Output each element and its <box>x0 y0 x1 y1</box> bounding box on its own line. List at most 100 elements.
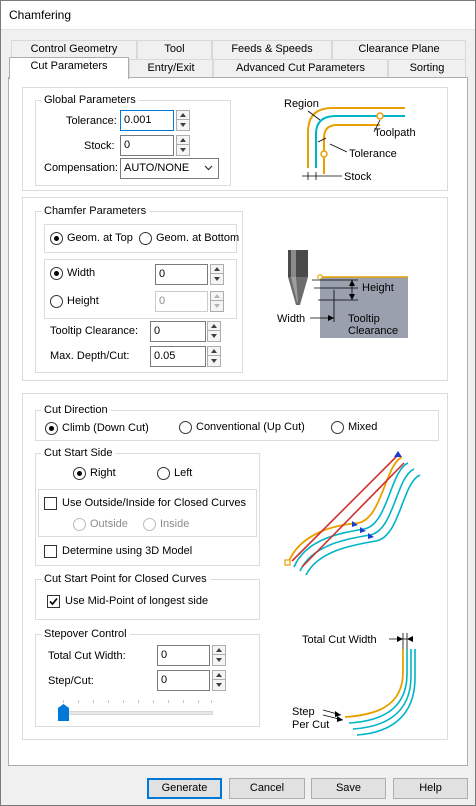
checkbox-box <box>44 497 57 510</box>
stock-spinner[interactable] <box>176 135 190 156</box>
step-per-cut-input[interactable]: 0 <box>157 670 210 691</box>
height-spinner[interactable] <box>210 291 224 312</box>
slider-tick <box>183 700 184 703</box>
determine-3d-model-checkbox[interactable]: Determine using 3D Model <box>44 545 204 559</box>
radio-dot <box>179 421 192 434</box>
tolerance-input[interactable]: 0.001 <box>120 110 174 131</box>
tooltip-clearance-input[interactable]: 0 <box>150 321 206 342</box>
slider-tick <box>198 700 199 703</box>
cut-start-side-title: Cut Start Side <box>41 447 116 459</box>
tooltip-clearance-spinner[interactable] <box>207 321 221 342</box>
mixed-label: Mixed <box>348 421 378 433</box>
toolpath-text: Toolpath <box>374 127 416 139</box>
radio-dot <box>50 267 63 280</box>
step-per-cut-spinner[interactable] <box>212 670 226 691</box>
total-cut-width-text: Total Cut Width <box>302 634 377 646</box>
save-button[interactable]: Save <box>311 778 386 799</box>
radio-dot <box>45 422 58 435</box>
arrow-blue-icon <box>394 451 402 457</box>
cyan-curve-2 <box>299 468 415 572</box>
chamfer-width-text: Width <box>277 313 305 325</box>
arrow-blue-icon <box>360 527 366 533</box>
step-per-cut-label: Step/Cut: <box>48 675 94 687</box>
mixed-radio[interactable]: Mixed <box>331 421 386 435</box>
slider-tick <box>108 700 109 703</box>
inside-label: Inside <box>160 518 190 530</box>
cut-start-point-title: Cut Start Point for Closed Curves <box>41 573 210 585</box>
left-radio[interactable]: Left <box>157 467 197 481</box>
chamfer-tool-diagram: Height Width Tooltip Clearance <box>277 250 408 338</box>
checkbox-box <box>44 545 57 558</box>
slider-tick <box>123 700 124 703</box>
cancel-button[interactable]: Cancel <box>229 778 305 799</box>
width-input[interactable]: 0 <box>155 264 208 285</box>
compensation-select[interactable]: AUTO/NONE <box>120 158 219 179</box>
conventional-radio[interactable]: Conventional (Up Cut) <box>179 421 309 435</box>
inside-radio[interactable]: Inside <box>143 518 193 532</box>
left-label: Left <box>174 467 193 479</box>
right-radio[interactable]: Right <box>73 467 118 481</box>
global-parameters-title: Global Parameters <box>41 94 139 106</box>
use-midpoint-label: Use Mid-Point of longest side <box>65 595 209 607</box>
width-spinner[interactable] <box>210 264 224 285</box>
generate-button[interactable]: Generate <box>147 778 222 799</box>
total-cut-width-spinner[interactable] <box>212 645 226 666</box>
toolpath-curve <box>315 115 405 168</box>
slider-tick <box>153 700 154 703</box>
checkbox-box <box>47 595 60 608</box>
outside-label: Outside <box>90 518 128 530</box>
tooltip-clearance-text-1: Tooltip <box>348 313 380 325</box>
use-outside-inside-checkbox[interactable]: Use Outside/Inside for Closed Curves <box>44 497 247 511</box>
climb-radio[interactable]: Climb (Down Cut) <box>45 422 155 436</box>
total-cut-width-input[interactable]: 0 <box>157 645 210 666</box>
arrow-blue-icon <box>352 521 358 527</box>
cut-start-side-diagram <box>284 451 421 576</box>
chevron-down-icon <box>204 165 213 171</box>
stock-text: Stock <box>344 171 372 183</box>
region-toolpath-diagram: Region Toolpath Tolerance Stock <box>284 98 416 183</box>
stepover-control-title: Stepover Control <box>41 628 130 640</box>
stepover-slider-track[interactable] <box>58 711 213 715</box>
radio-dot <box>331 421 344 434</box>
geom-at-bottom-label: Geom. at Bottom <box>156 232 240 244</box>
tolerance-label: Tolerance: <box>66 115 117 127</box>
right-label: Right <box>90 467 116 479</box>
height-radio[interactable]: Height <box>50 295 110 309</box>
radio-dot <box>143 518 156 531</box>
radio-dot <box>139 232 152 245</box>
height-input[interactable]: 0 <box>155 291 208 312</box>
geom-at-bottom-radio[interactable]: Geom. at Bottom <box>139 232 239 246</box>
tolerance-spinner[interactable] <box>176 110 190 131</box>
slider-tick <box>211 700 212 703</box>
tooltip-clearance-text-2: Clearance <box>348 325 398 337</box>
tooltip-clearance-label: Tooltip Clearance: <box>50 325 139 337</box>
slider-tick <box>168 700 169 703</box>
slider-tick <box>78 700 79 703</box>
chamfer-height-text: Height <box>362 282 394 294</box>
slider-tick <box>93 700 94 703</box>
tolerance-text: Tolerance <box>349 148 397 160</box>
climb-label: Climb (Down Cut) <box>62 422 149 434</box>
radio-dot <box>73 518 86 531</box>
total-cut-width-label: Total Cut Width: <box>48 650 126 662</box>
radio-dot <box>50 295 63 308</box>
outside-radio[interactable]: Outside <box>73 518 133 532</box>
geom-at-top-radio[interactable]: Geom. at Top <box>50 232 135 246</box>
help-button[interactable]: Help <box>393 778 468 799</box>
tolerance-node <box>320 150 328 158</box>
max-depth-spinner[interactable] <box>207 346 221 367</box>
cyan-curve-1 <box>293 462 409 568</box>
radio-dot <box>73 467 86 480</box>
stepover-slider-thumb[interactable] <box>58 704 69 721</box>
use-outside-inside-label: Use Outside/Inside for Closed Curves <box>62 497 247 509</box>
tool-tip <box>288 277 308 305</box>
step-per-cut-text-1: Step <box>292 706 315 718</box>
width-radio[interactable]: Width <box>50 267 110 281</box>
red-line-1 <box>291 454 399 562</box>
height-label: Height <box>67 295 99 307</box>
radio-dot <box>157 467 170 480</box>
conventional-label: Conventional (Up Cut) <box>196 421 305 433</box>
max-depth-input[interactable]: 0.05 <box>150 346 206 367</box>
use-midpoint-checkbox[interactable]: Use Mid-Point of longest side <box>47 595 209 609</box>
stock-input[interactable]: 0 <box>120 135 174 156</box>
